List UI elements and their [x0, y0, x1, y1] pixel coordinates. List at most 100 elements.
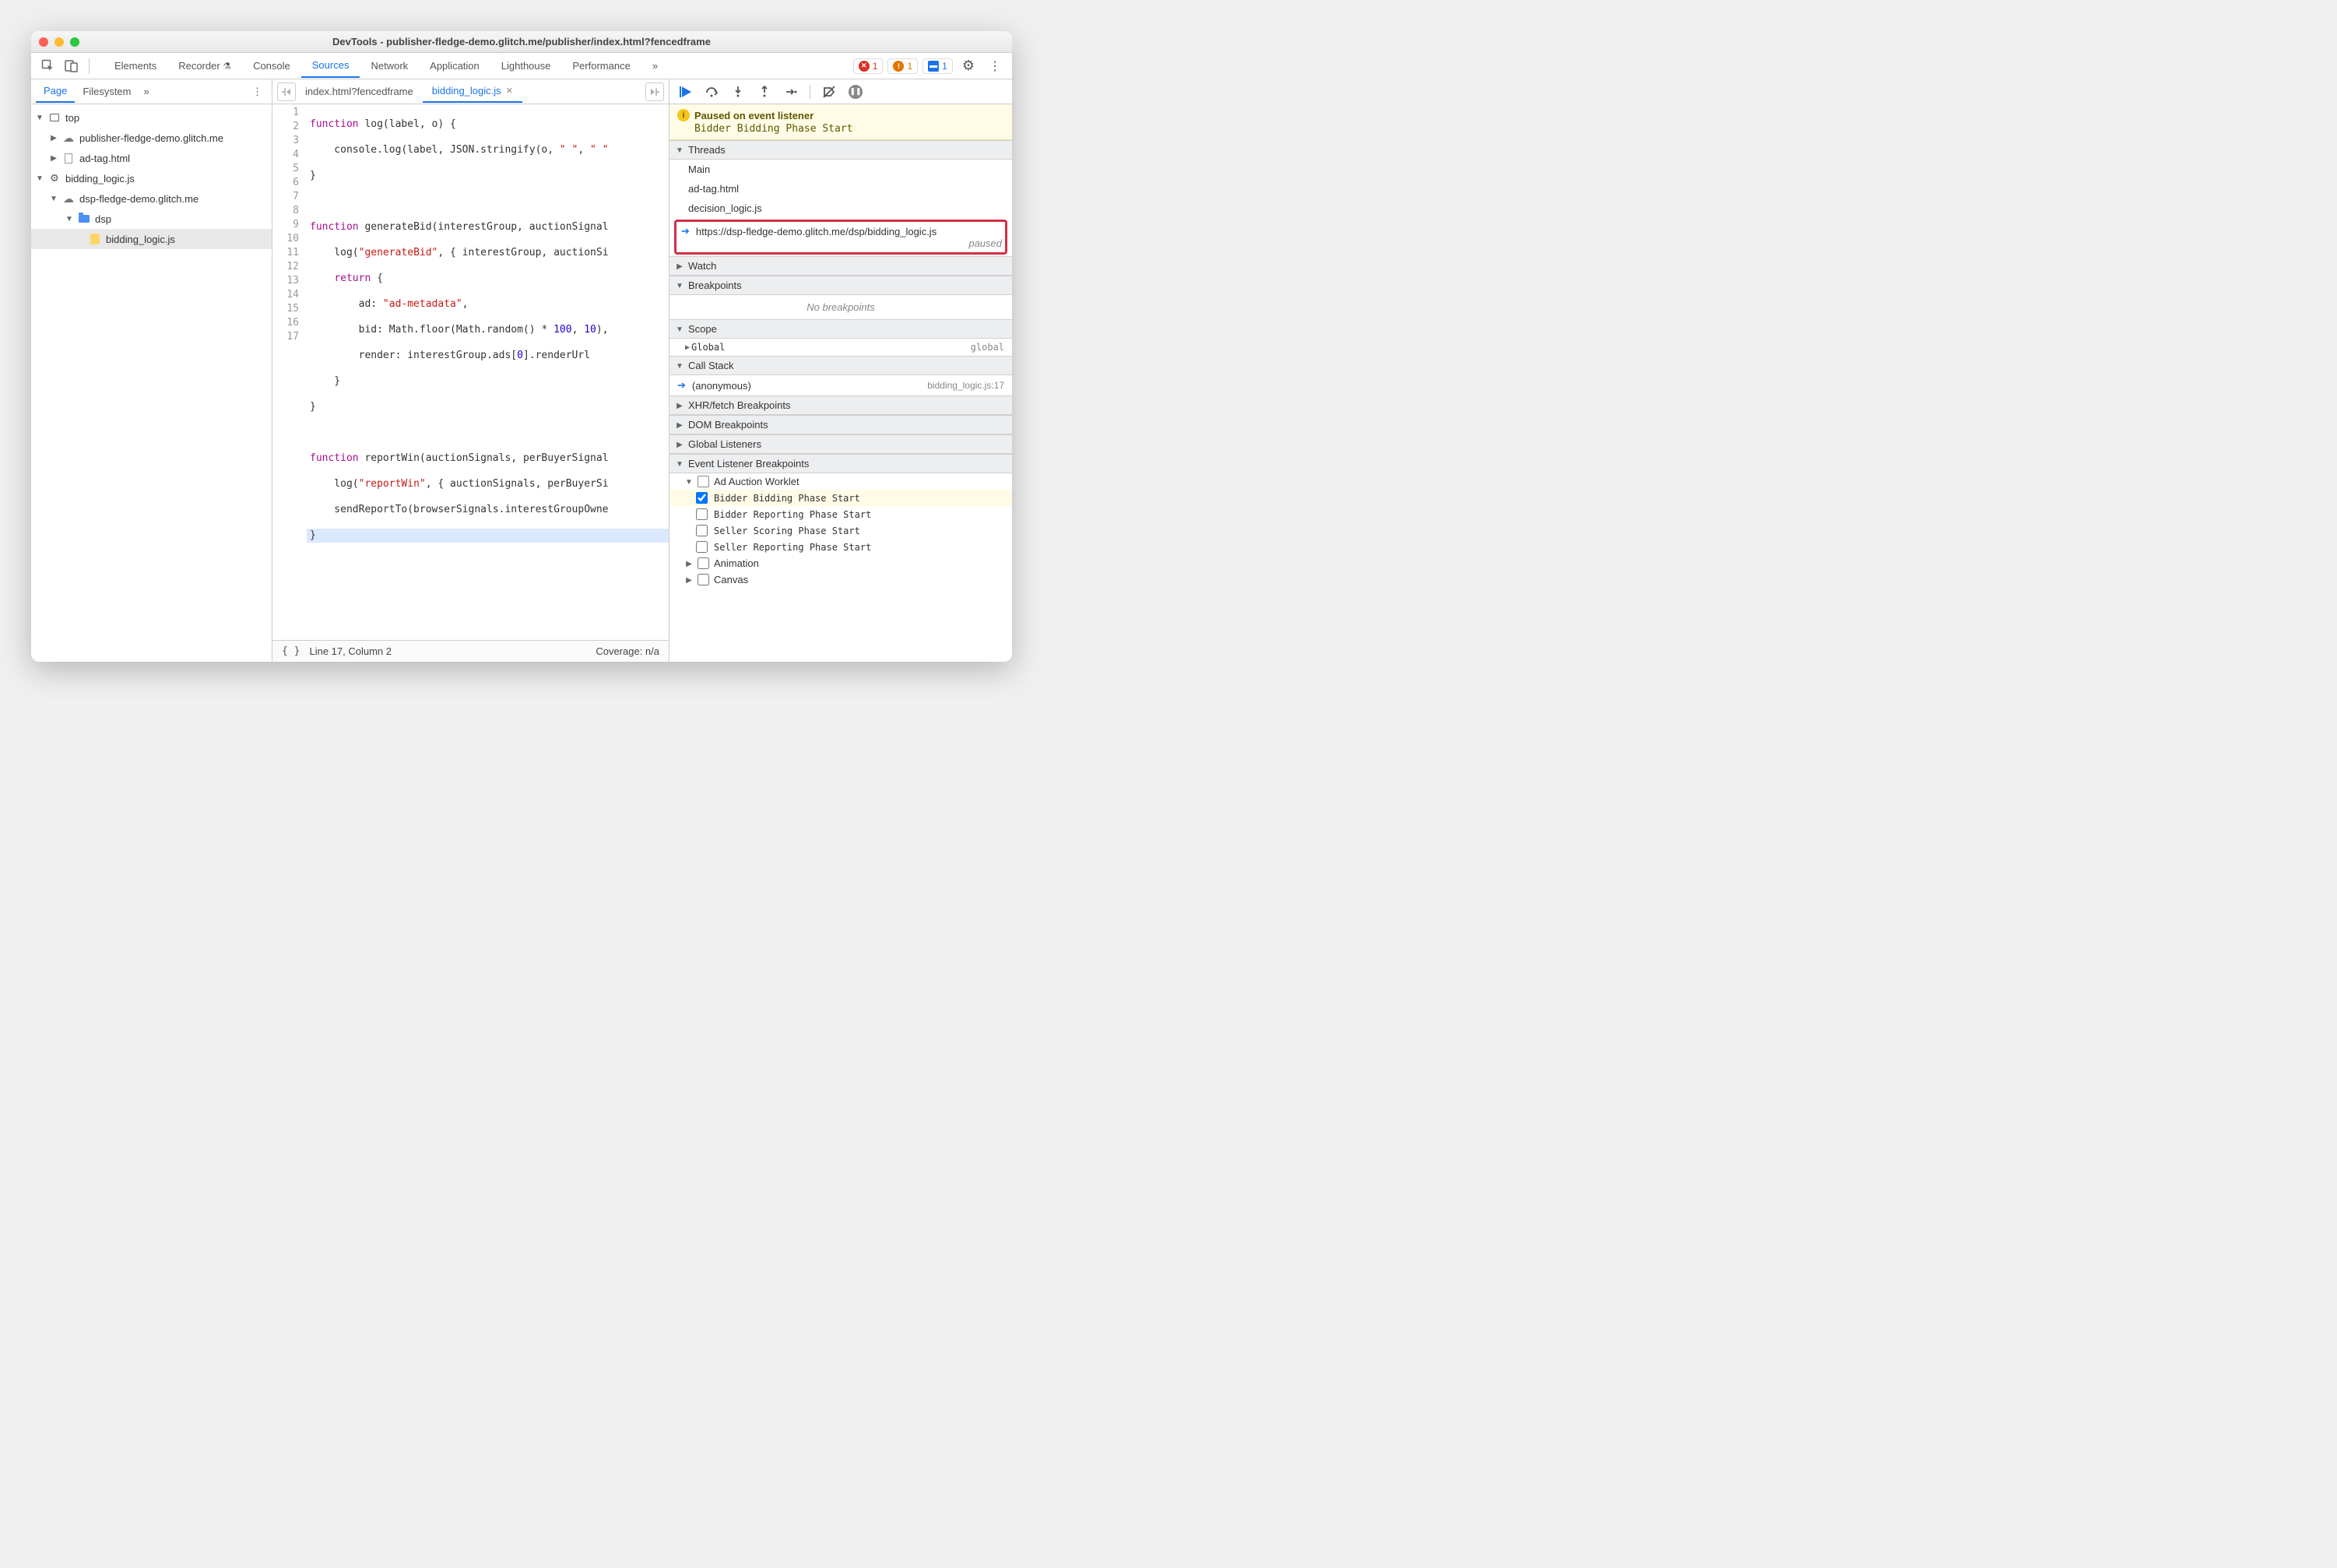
file-tree: top ☁ publisher-fledge-demo.glitch.me ad…: [31, 104, 272, 662]
tree-ad-tag[interactable]: ad-tag.html: [31, 148, 272, 168]
breakpoints-header[interactable]: Breakpoints: [669, 276, 1012, 295]
callstack-frame-0[interactable]: ➔ (anonymous) bidding_logic.js:17: [669, 375, 1012, 396]
navigator-tabs: Page Filesystem » ⋮: [31, 79, 272, 104]
threads-body: Main ad-tag.html decision_logic.js ➔ htt…: [669, 160, 1012, 255]
editor-tab-index[interactable]: index.html?fencedframe: [296, 81, 423, 102]
step-button[interactable]: [782, 83, 800, 101]
watch-header[interactable]: Watch: [669, 256, 1012, 276]
chevron-down-icon: [676, 459, 684, 469]
elb-checkbox-2[interactable]: [696, 525, 708, 536]
nav-kebab-icon[interactable]: ⋮: [248, 86, 267, 98]
elb-checkbox-3[interactable]: [696, 541, 708, 553]
tree-origin-publisher[interactable]: ☁ publisher-fledge-demo.glitch.me: [31, 128, 272, 148]
inspect-element-icon[interactable]: [37, 55, 59, 77]
step-into-button[interactable]: [729, 83, 747, 101]
debugger-pane: ❚❚ iPaused on event listener Bidder Bidd…: [669, 79, 1012, 662]
js-file-icon: [89, 233, 101, 245]
elb-canvas[interactable]: Canvas: [669, 571, 1012, 588]
elb-animation[interactable]: Animation: [669, 555, 1012, 571]
device-toggle-icon[interactable]: [61, 55, 83, 77]
deactivate-breakpoints-button[interactable]: [820, 83, 838, 101]
event-listener-bp-header[interactable]: Event Listener Breakpoints: [669, 454, 1012, 473]
resume-button[interactable]: [676, 83, 694, 101]
pretty-print-button[interactable]: { }: [282, 645, 300, 657]
chevron-right-icon: [50, 133, 58, 142]
tab-lighthouse[interactable]: Lighthouse: [490, 54, 562, 77]
chevron-down-icon: [676, 325, 684, 334]
xhr-breakpoints-header[interactable]: XHR/fetch Breakpoints: [669, 396, 1012, 415]
elb-animation-checkbox[interactable]: [698, 557, 709, 569]
step-over-button[interactable]: [702, 83, 721, 101]
elb-item-1: Bidder Reporting Phase Start: [714, 509, 871, 520]
errors-badge[interactable]: ✕1: [853, 58, 884, 74]
editor-tab-bidding[interactable]: bidding_logic.js✕: [423, 80, 522, 103]
zoom-window-button[interactable]: [70, 37, 79, 47]
close-window-button[interactable]: [39, 37, 48, 47]
elb-ad-auction[interactable]: Ad Auction Worklet: [669, 473, 1012, 490]
threads-header[interactable]: Threads: [669, 140, 1012, 160]
chevron-down-icon: [676, 281, 684, 290]
elb-bidder-bidding-start[interactable]: Bidder Bidding Phase Start: [669, 490, 1012, 506]
chevron-down-icon: [50, 194, 58, 203]
warnings-badge[interactable]: !1: [887, 58, 918, 74]
elb-checkbox-0[interactable]: [696, 492, 708, 504]
global-listeners-header[interactable]: Global Listeners: [669, 434, 1012, 454]
folder-icon: [78, 213, 90, 225]
more-tabs-icon[interactable]: »: [641, 54, 669, 77]
chevron-right-icon: [685, 559, 693, 568]
tree-origin-dsp[interactable]: ☁ dsp-fledge-demo.glitch.me: [31, 188, 272, 209]
scope-header[interactable]: Scope: [669, 319, 1012, 339]
tab-elements[interactable]: Elements: [104, 54, 167, 77]
thread-ad-tag[interactable]: ad-tag.html: [669, 179, 1012, 199]
prev-tab-icon[interactable]: [277, 83, 296, 101]
pause-on-exceptions-button[interactable]: ❚❚: [846, 83, 865, 101]
step-out-button[interactable]: [755, 83, 774, 101]
xhr-title: XHR/fetch Breakpoints: [688, 399, 791, 411]
gl-title: Global Listeners: [688, 438, 761, 450]
code-editor[interactable]: 1234567891011121314151617 function log(l…: [272, 104, 669, 640]
nav-more-icon[interactable]: »: [144, 86, 149, 97]
issues-badge[interactable]: ▬1: [922, 58, 953, 74]
tree-top-label: top: [65, 112, 79, 124]
chevron-right-icon: [676, 420, 684, 430]
tree-top[interactable]: top: [31, 107, 272, 128]
scope-global-label: Global: [691, 342, 725, 353]
elb-seller-scoring-start[interactable]: Seller Scoring Phase Start: [669, 522, 1012, 539]
tab-network[interactable]: Network: [360, 54, 419, 77]
tab-sources[interactable]: Sources: [301, 54, 360, 78]
tab-performance[interactable]: Performance: [561, 54, 641, 77]
chevron-down-icon: [65, 214, 73, 223]
elb-ad-auction-checkbox[interactable]: [698, 476, 709, 487]
tree-worklet-label: bidding_logic.js: [65, 173, 135, 185]
elb-bidder-reporting-start[interactable]: Bidder Reporting Phase Start: [669, 506, 1012, 522]
nav-tab-page[interactable]: Page: [36, 80, 75, 103]
kebab-menu-icon[interactable]: ⋮: [984, 58, 1006, 74]
thread-main[interactable]: Main: [669, 160, 1012, 179]
scope-global[interactable]: Globalglobal: [669, 339, 1012, 356]
tab-console[interactable]: Console: [242, 54, 301, 77]
thread-decision-logic[interactable]: decision_logic.js: [669, 199, 1012, 218]
next-tab-icon[interactable]: [645, 83, 664, 101]
nav-tab-filesystem[interactable]: Filesystem: [75, 81, 139, 102]
settings-icon[interactable]: ⚙: [958, 58, 979, 74]
tree-bidding-logic-file[interactable]: bidding_logic.js: [31, 229, 272, 249]
elb-checkbox-1[interactable]: [696, 508, 708, 520]
thread-bidding-logic[interactable]: ➔ https://dsp-fledge-demo.glitch.me/dsp/…: [681, 225, 1002, 237]
elb-canvas-checkbox[interactable]: [698, 574, 709, 585]
threads-title: Threads: [688, 144, 726, 156]
callstack-title: Call Stack: [688, 360, 734, 371]
tab-recorder[interactable]: Recorder ⚗: [167, 54, 242, 77]
thread-highlighted-box: ➔ https://dsp-fledge-demo.glitch.me/dsp/…: [674, 220, 1007, 255]
tab-application[interactable]: Application: [419, 54, 490, 77]
pause-icon: ❚❚: [849, 85, 863, 99]
close-tab-icon[interactable]: ✕: [506, 86, 513, 96]
minimize-window-button[interactable]: [54, 37, 64, 47]
tree-ad-tag-label: ad-tag.html: [79, 153, 130, 164]
callstack-header[interactable]: Call Stack: [669, 356, 1012, 375]
elb-seller-reporting-start[interactable]: Seller Reporting Phase Start: [669, 539, 1012, 555]
thread-paused-label: paused: [968, 237, 1002, 249]
dom-breakpoints-header[interactable]: DOM Breakpoints: [669, 415, 1012, 434]
tree-worklet[interactable]: ⚙ bidding_logic.js: [31, 168, 272, 188]
tree-dsp-folder[interactable]: dsp: [31, 209, 272, 229]
elb-item-3: Seller Reporting Phase Start: [714, 542, 871, 553]
